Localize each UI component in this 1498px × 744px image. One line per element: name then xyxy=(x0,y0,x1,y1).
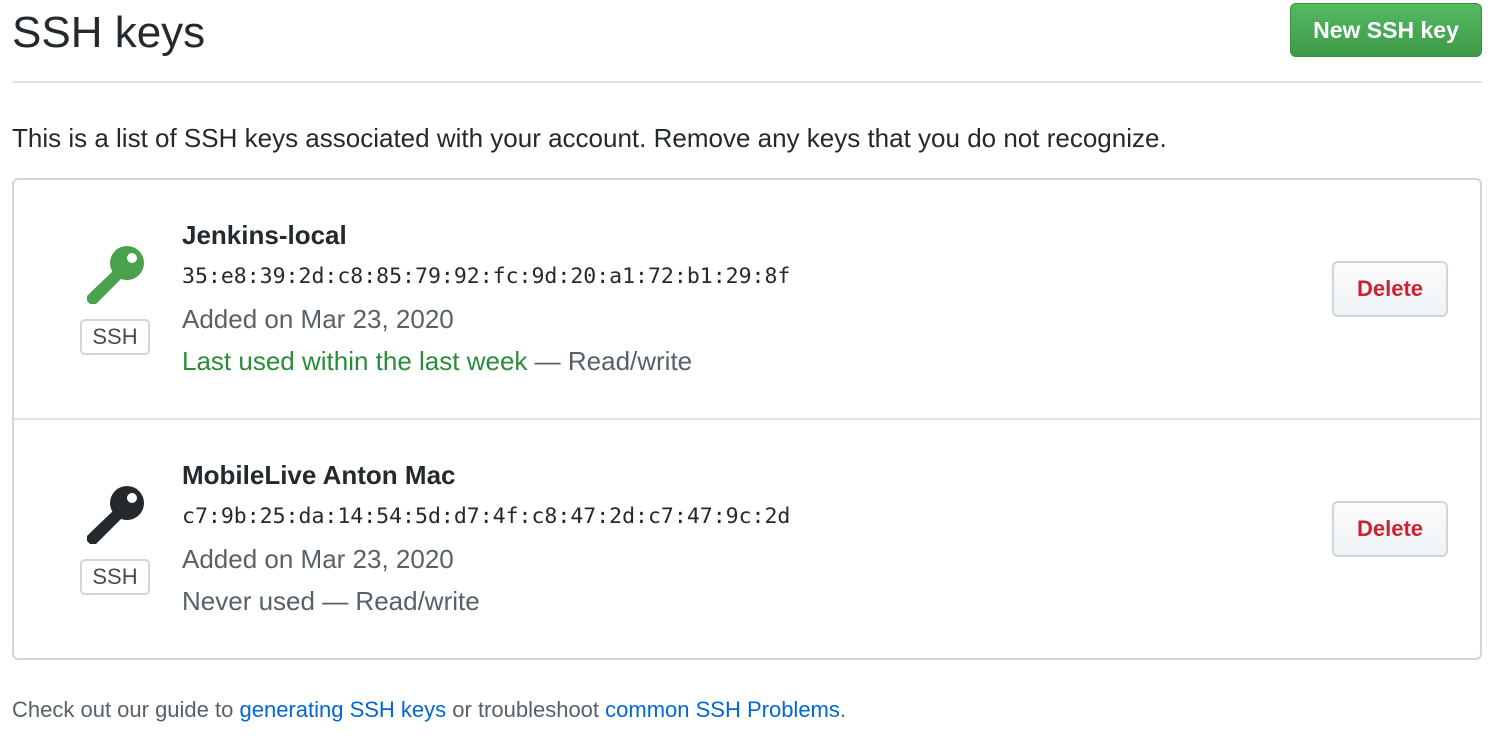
key-usage: Last used within the last week — Read/wr… xyxy=(182,344,692,378)
new-ssh-key-button[interactable]: New SSH key xyxy=(1290,3,1482,57)
ssh-key-row: SSH Jenkins-local 35:e8:39:2d:c8:85:79:9… xyxy=(14,180,1480,420)
delete-key-button[interactable]: Delete xyxy=(1332,261,1448,317)
key-fingerprint: 35:e8:39:2d:c8:85:79:92:fc:9d:20:a1:72:b… xyxy=(182,264,791,289)
key-icon xyxy=(87,246,144,304)
key-title: MobileLive Anton Mac xyxy=(182,460,456,490)
page-title: SSH keys xyxy=(12,8,206,57)
generating-ssh-keys-link[interactable]: generating SSH keys xyxy=(239,697,446,722)
key-access: — Read/write xyxy=(314,586,480,616)
help-footer: Check out our guide to generating SSH ke… xyxy=(12,695,846,725)
key-icon xyxy=(87,486,144,544)
common-ssh-problems-link[interactable]: common SSH Problems xyxy=(605,697,840,722)
key-last-used: Last used within the last week xyxy=(182,346,528,376)
key-access: — Read/write xyxy=(527,346,693,376)
ssh-key-list: SSH Jenkins-local 35:e8:39:2d:c8:85:79:9… xyxy=(12,178,1482,660)
key-last-used: Never used xyxy=(182,586,315,616)
footer-middle: or troubleshoot xyxy=(446,697,606,722)
ssh-badge: SSH xyxy=(80,319,150,355)
page-header: SSH keys New SSH key xyxy=(12,0,1482,83)
key-fingerprint: c7:9b:25:da:14:54:5d:d7:4f:c8:47:2d:c7:4… xyxy=(182,504,791,529)
ssh-key-row: SSH MobileLive Anton Mac c7:9b:25:da:14:… xyxy=(14,420,1480,660)
key-added-date: Added on Mar 23, 2020 xyxy=(182,544,454,574)
delete-key-button[interactable]: Delete xyxy=(1332,501,1448,557)
key-usage: Never used — Read/write xyxy=(182,584,480,618)
key-title: Jenkins-local xyxy=(182,220,347,250)
footer-prefix: Check out our guide to xyxy=(12,697,240,722)
intro-text: This is a list of SSH keys associated wi… xyxy=(12,123,1167,153)
key-added-date: Added on Mar 23, 2020 xyxy=(182,304,454,334)
footer-suffix: . xyxy=(839,697,847,722)
ssh-badge: SSH xyxy=(80,559,150,595)
